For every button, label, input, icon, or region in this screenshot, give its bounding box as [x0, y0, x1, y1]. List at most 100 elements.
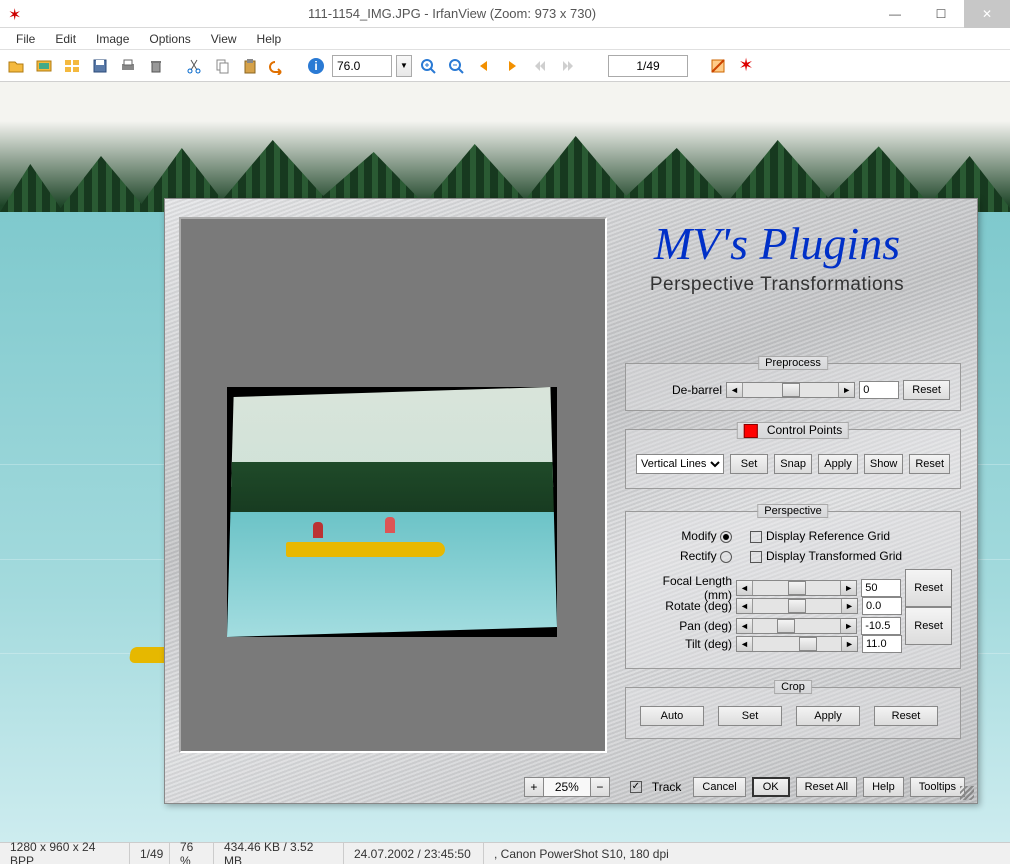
zoom-in-icon[interactable] [416, 54, 440, 78]
pan-value[interactable]: -10.5 [861, 617, 901, 635]
zoom-value[interactable]: 76.0 [332, 55, 392, 77]
last-icon[interactable] [556, 54, 580, 78]
crop-set-button[interactable]: Set [718, 706, 782, 726]
cp-show-button[interactable]: Show [864, 454, 904, 474]
status-bar: 1280 x 960 x 24 BPP 1/49 76 % 434.46 KB … [0, 842, 1010, 864]
crop-legend: Crop [774, 680, 812, 694]
close-button[interactable]: ✕ [964, 0, 1010, 28]
pan-tilt-reset-button[interactable]: Reset [905, 607, 952, 645]
zoom-dropdown[interactable]: ▼ [396, 55, 412, 77]
crop-apply-button[interactable]: Apply [796, 706, 860, 726]
control-points-panel: Control Points Vertical Lines Set Snap A… [625, 429, 961, 489]
status-camera: , Canon PowerShot S10, 180 dpi [484, 843, 1010, 864]
delete-icon[interactable] [144, 54, 168, 78]
ok-button[interactable]: OK [752, 777, 790, 797]
tilt-value[interactable]: 11.0 [862, 635, 902, 653]
print-icon[interactable] [116, 54, 140, 78]
modify-radio[interactable] [720, 531, 732, 543]
window-title: 111-1154_IMG.JPG - IrfanView (Zoom: 973 … [32, 6, 872, 21]
control-points-color-icon[interactable] [744, 424, 758, 438]
crop-auto-button[interactable]: Auto [640, 706, 704, 726]
slider-right-icon[interactable]: ► [838, 383, 854, 397]
save-icon[interactable] [88, 54, 112, 78]
plugin-logo-script: MV's Plugins [607, 217, 947, 270]
tilt-label: Tilt (deg) [632, 637, 732, 651]
help-button[interactable]: Help [863, 777, 904, 797]
cancel-button[interactable]: Cancel [693, 777, 745, 797]
zoom-minus-button[interactable]: − [590, 777, 610, 797]
debarrel-slider[interactable]: ◄ ► [726, 382, 855, 398]
debarrel-value[interactable]: 0 [859, 381, 899, 399]
slideshow-icon[interactable] [32, 54, 56, 78]
next-icon[interactable] [500, 54, 524, 78]
menu-file[interactable]: File [6, 30, 45, 48]
control-points-mode-select[interactable]: Vertical Lines [636, 454, 724, 474]
cp-apply-button[interactable]: Apply [818, 454, 858, 474]
minimize-button[interactable]: — [872, 0, 918, 28]
cut-icon[interactable] [182, 54, 206, 78]
cp-snap-button[interactable]: Snap [774, 454, 812, 474]
settings-icon[interactable] [706, 54, 730, 78]
menu-options[interactable]: Options [139, 30, 200, 48]
control-points-legend-text: Control Points [767, 423, 842, 437]
focal-reset-button[interactable]: Reset [905, 569, 952, 607]
svg-text:i: i [314, 59, 317, 73]
preprocess-panel: Preprocess De-barrel ◄ ► 0 Reset [625, 363, 961, 411]
toolbar: i 76.0 ▼ 1/49 ✶ [0, 50, 1010, 82]
menu-bar: File Edit Image Options View Help [0, 28, 1010, 50]
thumbnails-icon[interactable] [60, 54, 84, 78]
menu-edit[interactable]: Edit [45, 30, 86, 48]
disp-ref-check[interactable] [750, 531, 762, 543]
zoom-out-icon[interactable] [444, 54, 468, 78]
first-icon[interactable] [528, 54, 552, 78]
page-indicator: 1/49 [608, 55, 688, 77]
preview-area[interactable] [179, 217, 607, 753]
zoom-plus-button[interactable]: + [524, 777, 544, 797]
status-zoom: 76 % [170, 843, 214, 864]
dialog-footer: + 25% − Track Cancel OK Reset All Help T… [165, 771, 977, 803]
status-dims: 1280 x 960 x 24 BPP [0, 843, 130, 864]
info-icon[interactable]: i [304, 54, 328, 78]
perspective-legend: Perspective [757, 504, 828, 518]
menu-view[interactable]: View [201, 30, 247, 48]
slider-left-icon[interactable]: ◄ [727, 383, 743, 397]
preview-zoom-value: 25% [544, 777, 590, 797]
menu-help[interactable]: Help [247, 30, 292, 48]
crop-panel: Crop Auto Set Apply Reset [625, 687, 961, 739]
rotate-slider[interactable]: ◄► [736, 598, 858, 614]
open-icon[interactable] [4, 54, 28, 78]
menu-image[interactable]: Image [86, 30, 139, 48]
focal-value[interactable]: 50 [861, 579, 901, 597]
paste-icon[interactable] [238, 54, 262, 78]
copy-icon[interactable] [210, 54, 234, 78]
preview-image [227, 387, 557, 637]
maximize-button[interactable]: ☐ [918, 0, 964, 28]
debarrel-reset-button[interactable]: Reset [903, 380, 950, 400]
tooltips-button[interactable]: Tooltips [910, 777, 965, 797]
debarrel-label: De-barrel [666, 383, 722, 397]
focal-slider[interactable]: ◄► [736, 580, 857, 596]
track-check[interactable] [630, 781, 642, 793]
crop-reset-button[interactable]: Reset [874, 706, 938, 726]
pan-slider[interactable]: ◄► [736, 618, 857, 634]
resize-grip-icon[interactable] [960, 786, 974, 800]
track-label: Track [652, 780, 682, 794]
undo-icon[interactable] [266, 54, 290, 78]
plugin-logo-sub: Perspective Transformations [607, 274, 947, 296]
rectify-radio[interactable] [720, 551, 732, 563]
app-icon: ✶ [8, 5, 26, 23]
disp-trans-label: Display Transformed Grid [766, 549, 902, 563]
modify-label: Modify [681, 529, 716, 543]
tilt-slider[interactable]: ◄► [736, 636, 858, 652]
preview-zoom: + 25% − [524, 777, 610, 797]
irfanview-icon[interactable]: ✶ [734, 54, 758, 78]
cp-reset-button[interactable]: Reset [909, 454, 950, 474]
status-page: 1/49 [130, 843, 170, 864]
prev-icon[interactable] [472, 54, 496, 78]
cp-set-button[interactable]: Set [730, 454, 768, 474]
rotate-value[interactable]: 0.0 [862, 597, 902, 615]
reset-all-button[interactable]: Reset All [796, 777, 857, 797]
plugin-logo: MV's Plugins Perspective Transformations [607, 217, 947, 296]
disp-trans-check[interactable] [750, 551, 762, 563]
title-bar: ✶ 111-1154_IMG.JPG - IrfanView (Zoom: 97… [0, 0, 1010, 28]
